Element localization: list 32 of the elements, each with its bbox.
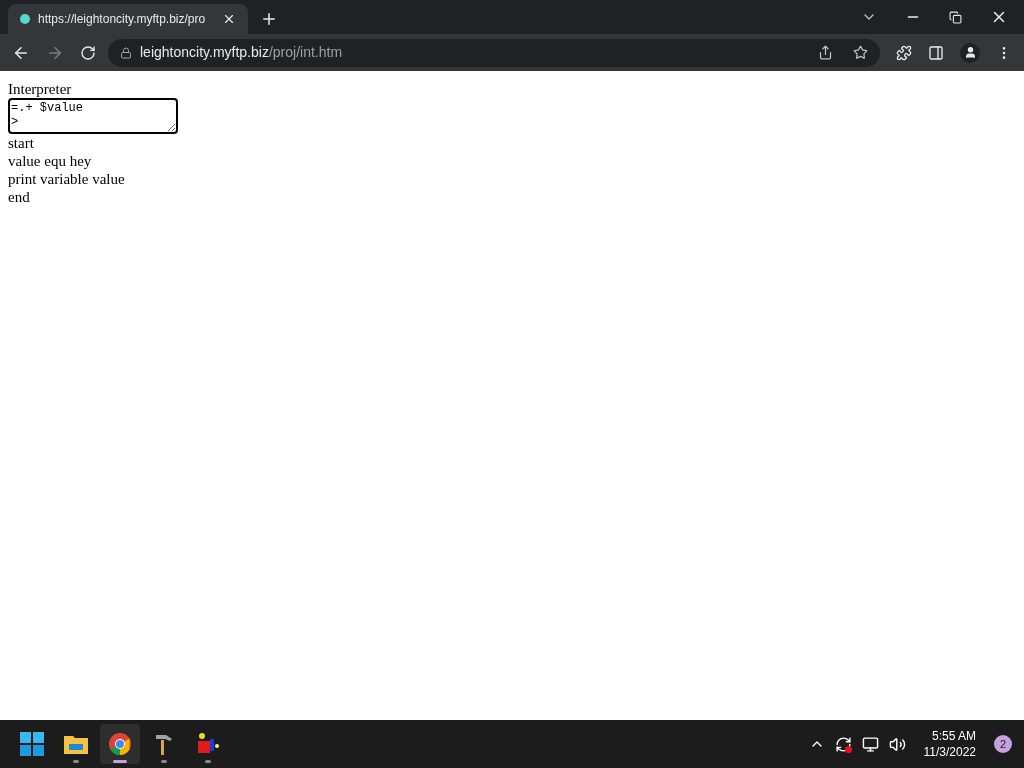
windows-logo-icon	[20, 732, 44, 756]
notification-badge[interactable]: 2	[994, 735, 1012, 753]
extensions-icon[interactable]	[896, 44, 912, 61]
url-text: leightoncity.myftp.biz/proj/int.htm	[140, 43, 343, 62]
reload-icon[interactable]	[80, 44, 96, 61]
clock-time[interactable]: 5:55 AM	[931, 728, 976, 744]
network-icon[interactable]	[861, 735, 879, 753]
output-line: start	[8, 134, 35, 152]
browser-tab[interactable]: https://leightoncity.myftp.biz/pro	[8, 4, 248, 34]
new-tab-icon[interactable]	[260, 10, 278, 28]
share-icon[interactable]	[818, 45, 833, 60]
lock-icon	[120, 46, 132, 59]
bookmark-icon[interactable]	[853, 45, 868, 60]
output-line: print variable value	[8, 170, 126, 188]
sync-icon[interactable]	[834, 735, 852, 753]
tab-title: https://leightoncity.myftp.biz/pro	[38, 11, 207, 28]
close-icon[interactable]	[222, 12, 236, 26]
chrome-icon	[108, 732, 132, 756]
taskbar-app[interactable]	[100, 724, 140, 764]
clock-date[interactable]: 11/3/2022	[923, 744, 976, 760]
output-line: value equ hey	[8, 152, 93, 170]
output-line: end	[8, 188, 31, 206]
folder-icon	[63, 733, 89, 755]
address-bar[interactable]: leightoncity.myftp.biz/proj/int.htm	[108, 38, 880, 67]
volume-icon[interactable]	[888, 735, 906, 753]
code-textarea[interactable]: =.+ $value >	[8, 98, 178, 134]
cube-icon	[196, 732, 220, 756]
favicon-icon	[20, 14, 30, 24]
profile-icon[interactable]	[960, 42, 980, 63]
restore-icon[interactable]	[949, 10, 962, 24]
page-heading: Interpreter	[8, 80, 73, 98]
side-panel-icon[interactable]	[928, 44, 944, 61]
